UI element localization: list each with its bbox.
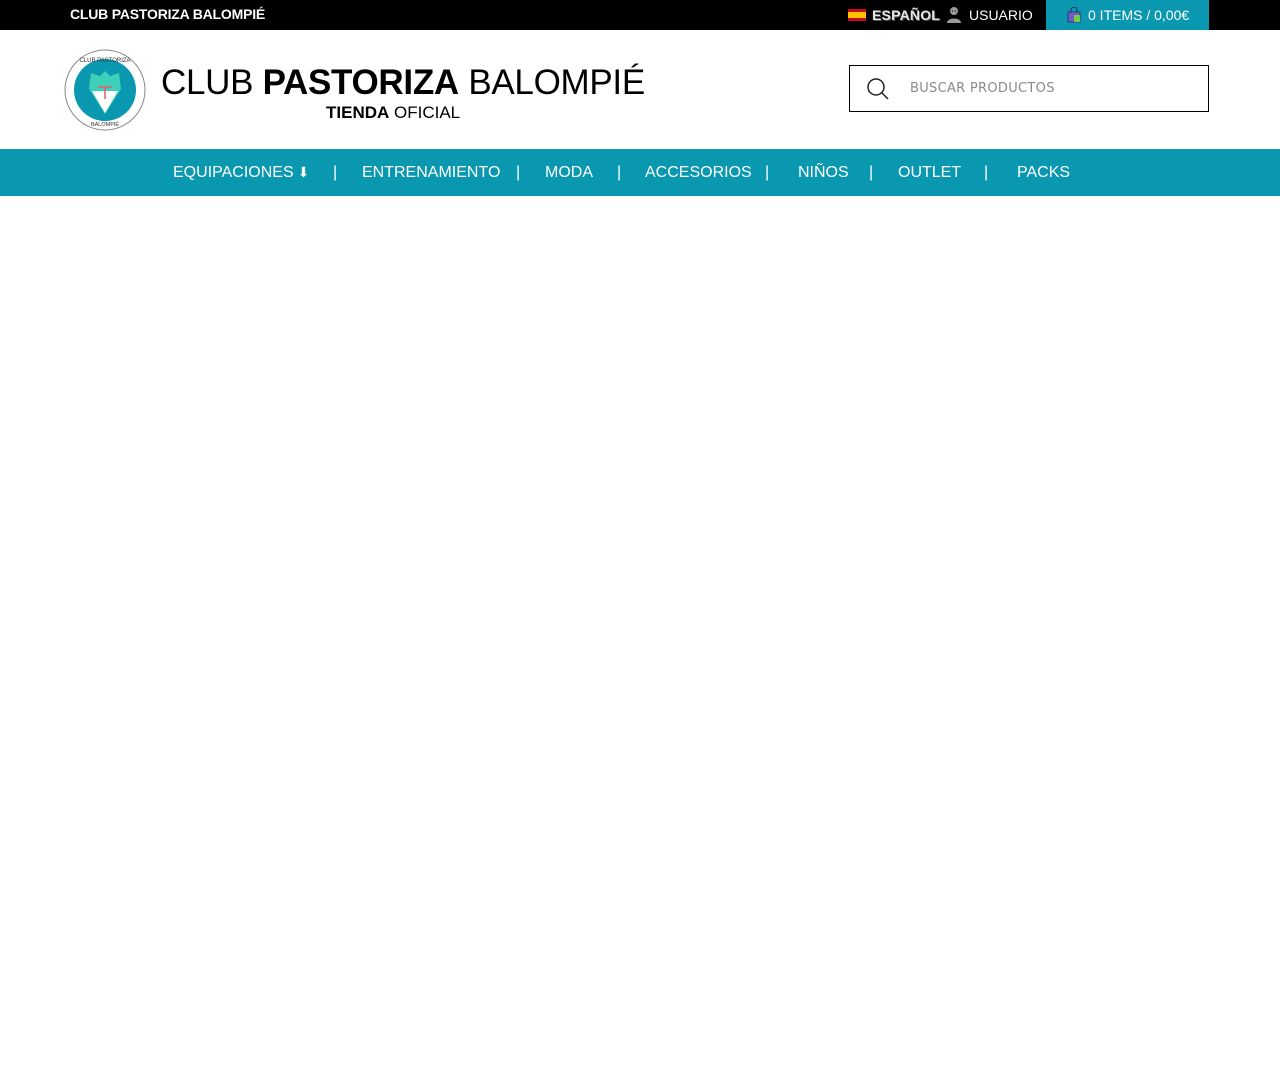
- site-title-part1: CLUB: [161, 63, 263, 102]
- language-label: ESPAÑOL: [872, 7, 941, 23]
- nav-label-packs: PACKS: [1017, 164, 1071, 181]
- topbar-brand: CLUB PASTORIZA BALOMPIÉ: [70, 6, 266, 22]
- club-logo[interactable]: CLUB PASTORIZA BALOMPIÉ: [64, 49, 146, 131]
- site-title-bold: PASTORIZA: [262, 63, 460, 102]
- nav-separator: |: [869, 164, 874, 181]
- user-label: USUARIO: [969, 7, 1033, 23]
- search-icon[interactable]: [866, 77, 890, 101]
- top-bar: CLUB PASTORIZA BALOMPIÉ ESPAÑOL USUARIO …: [0, 0, 1280, 30]
- nav-item-outlet[interactable]: OUTLET: [898, 149, 961, 196]
- site-title[interactable]: CLUB PASTORIZA BALOMPIÉ: [161, 63, 645, 103]
- nav-item-entrenamiento[interactable]: ENTRENAMIENTO: [362, 149, 500, 196]
- main-nav: EQUIPACIONES ⬇ | ENTRENAMIENTO | MODA | A…: [0, 149, 1280, 196]
- site-subtitle-rest: OFICIAL: [389, 103, 461, 122]
- shopping-bag-icon: [1067, 7, 1081, 23]
- nav-separator: |: [333, 164, 338, 181]
- cart-summary: 0 ITEMS / 0,00€: [1088, 7, 1190, 23]
- language-selector[interactable]: ESPAÑOL: [848, 0, 940, 30]
- site-title-part2: BALOMPIÉ: [458, 63, 645, 102]
- nav-label-ninos: NIÑOS: [798, 164, 849, 181]
- nav-item-ninos[interactable]: NIÑOS: [798, 149, 849, 196]
- user-account-link[interactable]: USUARIO: [946, 0, 1033, 30]
- spain-flag-icon: [848, 9, 866, 21]
- nav-item-equipaciones[interactable]: EQUIPACIONES ⬇: [173, 149, 309, 196]
- search-input[interactable]: [910, 73, 1190, 104]
- nav-separator: |: [516, 164, 521, 181]
- nav-separator: |: [984, 164, 989, 181]
- nav-label-accesorios: ACCESORIOS: [645, 164, 752, 181]
- nav-item-packs[interactable]: PACKS: [1017, 149, 1070, 196]
- nav-item-moda[interactable]: MODA: [545, 149, 593, 196]
- nav-label-entrenamiento: ENTRENAMIENTO: [362, 164, 501, 181]
- site-header: CLUB PASTORIZA BALOMPIÉ CLUB PASTORIZA B…: [0, 30, 1280, 149]
- user-icon: [947, 7, 961, 23]
- site-subtitle: TIENDA OFICIAL: [326, 103, 460, 123]
- nav-separator: |: [765, 164, 770, 181]
- main-content: [0, 196, 1280, 1080]
- logo-top-text: CLUB PASTORIZA: [79, 58, 130, 64]
- logo-bottom-text: BALOMPIÉ: [91, 121, 119, 128]
- nav-label-moda: MODA: [545, 164, 593, 181]
- nav-label-equipaciones: EQUIPACIONES: [173, 164, 294, 181]
- nav-separator: |: [617, 164, 622, 181]
- search-box[interactable]: [849, 65, 1209, 112]
- nav-item-accesorios[interactable]: ACCESORIOS: [645, 149, 752, 196]
- arrow-down-icon: ⬇: [297, 164, 310, 180]
- nav-label-outlet: OUTLET: [898, 164, 962, 181]
- cart-button[interactable]: 0 ITEMS / 0,00€: [1046, 0, 1209, 30]
- site-subtitle-bold: TIENDA: [326, 103, 390, 122]
